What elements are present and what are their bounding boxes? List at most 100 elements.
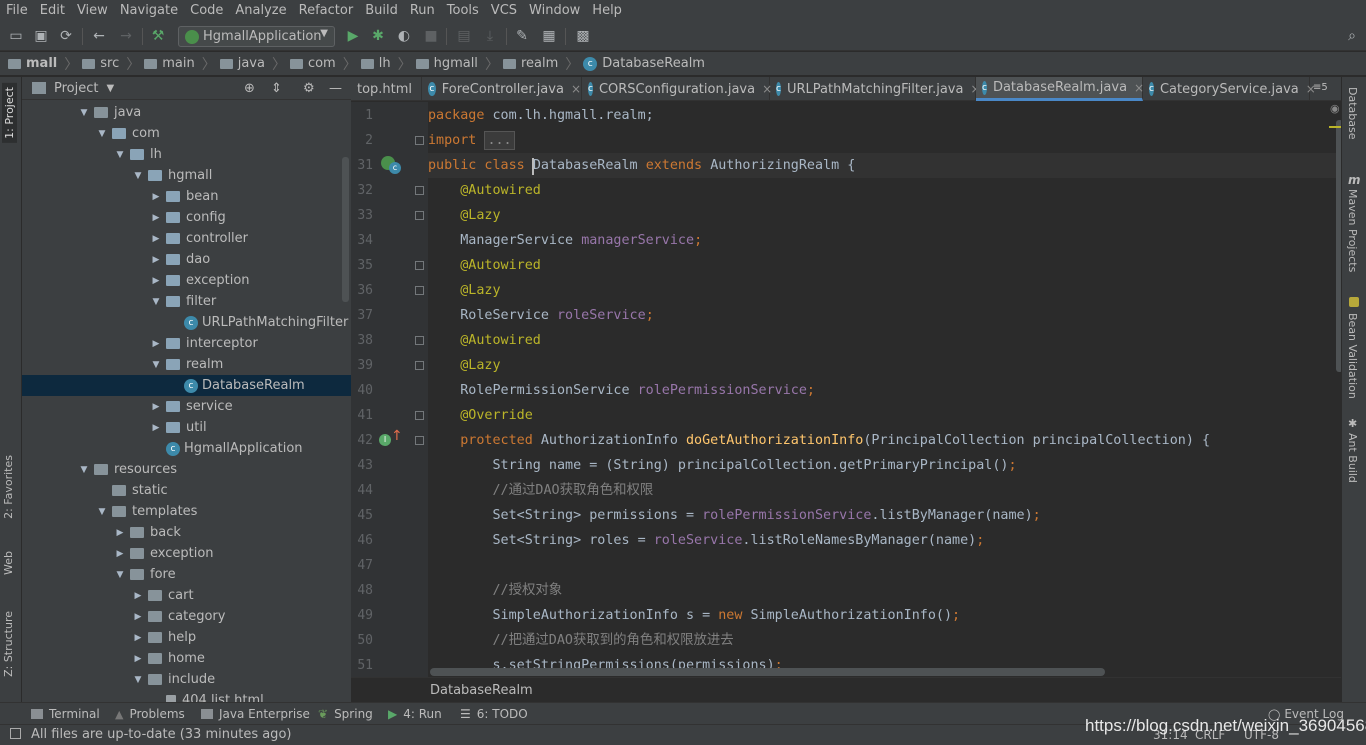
expand-arrow-icon[interactable]: ▼ [96, 129, 108, 139]
tree-item[interactable]: ▼ realm [22, 354, 351, 375]
tab-problems[interactable]: ▲ Problems [115, 707, 185, 721]
coverage-icon[interactable]: ◐ [396, 28, 412, 44]
tab-spring[interactable]: ❦ Spring [318, 707, 373, 721]
toggle-tool-windows-icon[interactable] [10, 728, 21, 739]
expand-arrow-icon[interactable]: ▼ [114, 150, 126, 160]
tree-item[interactable]: c DatabaseRealm [22, 375, 351, 396]
collapse-arrow-icon[interactable]: ▶ [150, 255, 162, 265]
editor-horizontal-scrollbar[interactable] [430, 668, 1105, 676]
collapse-arrow-icon[interactable]: ▶ [132, 591, 144, 601]
project-panel-title[interactable]: Project [54, 81, 98, 96]
tree-item[interactable]: ▶ exception [22, 543, 351, 564]
expand-arrow-icon[interactable]: ▼ [150, 360, 162, 370]
tree-item[interactable]: ▶ config [22, 207, 351, 228]
gear-icon[interactable]: ⚙ [303, 81, 315, 96]
collapse-arrow-icon[interactable]: ▶ [114, 528, 126, 538]
fold-marker-icon[interactable] [415, 286, 424, 295]
code-line[interactable]: @Lazy [428, 278, 500, 303]
deploy-icon[interactable]: ⤓ [482, 28, 498, 44]
tab-ant-build[interactable]: Ant Build [1346, 433, 1359, 483]
inspection-eye-icon[interactable]: ◉ [1330, 102, 1340, 115]
fold-marker-icon[interactable] [415, 211, 424, 220]
open-folder-icon[interactable]: ▭ [8, 28, 24, 44]
hide-icon[interactable]: — [329, 81, 342, 96]
project-structure-icon[interactable]: ▦ [541, 28, 557, 44]
tree-item[interactable]: ▶ bean [22, 186, 351, 207]
collapse-arrow-icon[interactable]: ▶ [150, 213, 162, 223]
tree-item[interactable]: ▼ templates [22, 501, 351, 522]
tab-databaserealm[interactable]: c DatabaseRealm.java × [976, 77, 1144, 101]
build-hammer-icon[interactable]: ⚒ [150, 28, 166, 44]
expand-arrow-icon[interactable]: ▼ [132, 171, 144, 181]
tree-item[interactable]: static [22, 480, 351, 501]
chevron-down-icon[interactable]: ▼ [106, 83, 114, 94]
code-line[interactable]: @Autowired [428, 178, 541, 203]
menu-tools[interactable]: Tools [441, 0, 485, 22]
fold-marker-icon[interactable] [415, 336, 424, 345]
tree-item[interactable]: ▶ exception [22, 270, 351, 291]
code-line[interactable]: @Lazy [428, 353, 500, 378]
tab-todo[interactable]: ☰ 6: TODO [460, 707, 528, 721]
breadcrumb-item[interactable]: src 〉 [82, 54, 140, 74]
menu-navigate[interactable]: Navigate [114, 0, 184, 22]
tab-corsconfiguration[interactable]: c CORSConfiguration.java × [582, 77, 772, 101]
tree-item[interactable]: ▼ lh [22, 144, 351, 165]
tree-item[interactable]: ▼ java [22, 102, 351, 123]
tree-item[interactable]: ▶ util [22, 417, 351, 438]
tab-database[interactable]: Database [1346, 87, 1359, 140]
fold-marker-icon[interactable] [415, 361, 424, 370]
fold-marker-icon[interactable] [415, 411, 424, 420]
collapse-arrow-icon[interactable]: ▶ [150, 276, 162, 286]
menu-edit[interactable]: Edit [34, 0, 71, 22]
tree-item[interactable]: ▶ back [22, 522, 351, 543]
tree-item[interactable]: ▶ category [22, 606, 351, 627]
collapse-arrow-icon[interactable]: ▶ [132, 612, 144, 622]
menu-code[interactable]: Code [184, 0, 229, 22]
menu-file[interactable]: File [0, 0, 34, 22]
tab-project[interactable]: 1: Project [2, 83, 17, 143]
tree-item[interactable]: c URLPathMatchingFilter [22, 312, 351, 333]
run-configuration-select[interactable]: HgmallApplication ▼ [178, 26, 335, 47]
code-line[interactable]: protected AuthorizationInfo doGetAuthori… [428, 428, 1210, 453]
menu-view[interactable]: View [71, 0, 114, 22]
run-icon[interactable]: ▶ [345, 28, 361, 44]
code-line[interactable]: import ... [428, 128, 515, 153]
locate-icon[interactable]: ⊕ [244, 81, 255, 96]
breadcrumb-item[interactable]: java 〉 [219, 54, 286, 74]
tab-maven-projects[interactable]: Maven Projects [1346, 189, 1359, 272]
code-line[interactable]: SimpleAuthorizationInfo s = new SimpleAu… [428, 603, 960, 628]
tree-item[interactable]: ▶ controller [22, 228, 351, 249]
code-line[interactable]: Set<String> permissions = rolePermission… [428, 503, 1040, 528]
menu-refactor[interactable]: Refactor [293, 0, 360, 22]
menu-build[interactable]: Build [359, 0, 404, 22]
expand-arrow-icon[interactable]: ▼ [78, 465, 90, 475]
expand-arrow-icon[interactable]: ▼ [78, 108, 90, 118]
tree-item[interactable]: ▼ com [22, 123, 351, 144]
tree-item[interactable]: ▼ resources [22, 459, 351, 480]
breadcrumb-item[interactable]: com 〉 [289, 54, 357, 74]
breadcrumb-item[interactable]: mall 〉 [8, 54, 78, 74]
tree-item[interactable]: ▶ help [22, 627, 351, 648]
tree-item[interactable]: ▼ hgmall [22, 165, 351, 186]
tab-forecontroller[interactable]: c ForeController.java × [422, 77, 582, 101]
sdk-icon[interactable]: ▩ [575, 28, 591, 44]
tab-favorites[interactable]: 2: Favorites [2, 455, 15, 519]
menu-run[interactable]: Run [404, 0, 441, 22]
expand-arrow-icon[interactable]: ▼ [96, 507, 108, 517]
collapse-arrow-icon[interactable]: ▶ [150, 423, 162, 433]
collapse-arrow-icon[interactable]: ▶ [132, 654, 144, 664]
code-line[interactable]: @Autowired [428, 328, 541, 353]
search-everywhere-icon[interactable]: ⌕ [1344, 28, 1360, 44]
tab-categoryservice[interactable]: c CategoryService.java × [1143, 77, 1316, 101]
tab-run[interactable]: ▶ 4: Run [388, 707, 442, 721]
code-line[interactable]: RoleService roleService; [428, 303, 654, 328]
code-line[interactable]: //把通过DAO获取到的角色和权限放进去 [428, 628, 734, 653]
code-editor[interactable]: package com.lh.hgmall.realm; import ... pu… [428, 102, 1338, 677]
fold-marker-icon[interactable] [415, 186, 424, 195]
expand-arrow-icon[interactable]: ▼ [114, 570, 126, 580]
tab-bean-validation[interactable]: Bean Validation [1346, 313, 1359, 399]
tree-item[interactable]: ▶ dao [22, 249, 351, 270]
collapse-arrow-icon[interactable]: ▶ [150, 234, 162, 244]
save-icon[interactable]: ▣ [33, 28, 49, 44]
code-line[interactable]: @Override [428, 403, 533, 428]
